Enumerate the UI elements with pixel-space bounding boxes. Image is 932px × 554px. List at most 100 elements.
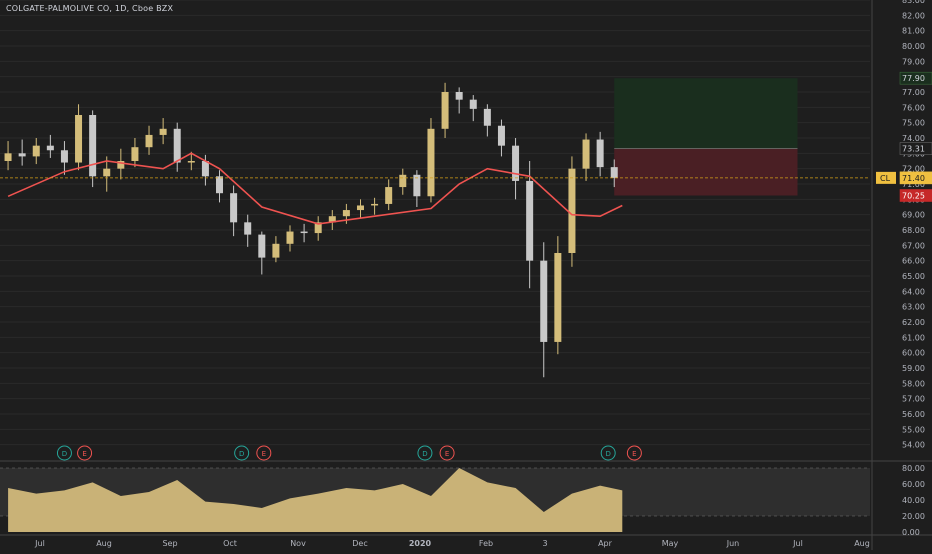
chart-stage: D E D E D E D E 80.00 60.00 40.00 20.00 0.00 83.00 8… <box>0 0 932 550</box>
time-tick-label: Apr <box>598 539 613 548</box>
price-tick-label: 61.00 <box>902 333 925 342</box>
candle-body <box>568 168 576 253</box>
time-tick-label: Jun <box>726 539 740 548</box>
price-tick-label: 63.00 <box>902 303 925 312</box>
target-zone <box>614 78 798 149</box>
time-tick-label: Nov <box>290 539 306 548</box>
price-tick-label: 83.00 <box>902 0 925 5</box>
price-tick-label: 69.00 <box>902 211 925 220</box>
price-tick-label: 58.00 <box>902 379 925 388</box>
candle-body <box>610 167 618 178</box>
symbol-tag-label: CL <box>880 174 891 183</box>
time-tick-label: Jul <box>34 539 45 548</box>
price-tick-label: 56.00 <box>902 410 925 419</box>
time-tick-label: Sep <box>162 539 177 548</box>
candle-body <box>272 243 280 258</box>
candle-body <box>173 128 181 163</box>
candle-body <box>18 153 26 157</box>
chart-title: COLGATE-PALMOLIVE CO, 1D, Cboe BZX <box>6 4 174 13</box>
candle-body <box>216 176 224 194</box>
candle-body <box>145 134 153 148</box>
price-tick-label: 65.00 <box>902 272 925 281</box>
candle-body <box>371 203 379 206</box>
event-marker-label: E <box>82 450 86 458</box>
candle-body <box>75 115 83 163</box>
candle-body <box>46 145 54 151</box>
candle-body <box>89 115 97 177</box>
candle-body <box>201 161 209 177</box>
candle-body <box>554 253 562 342</box>
price-tick-label: 82.00 <box>902 11 925 20</box>
oscillator-tick-label: 0.00 <box>902 528 920 537</box>
time-tick-label: 2020 <box>409 539 432 548</box>
price-tick-label: 64.00 <box>902 287 925 296</box>
oscillator-tick-label: 40.00 <box>902 496 925 505</box>
event-marker-label: D <box>239 450 244 458</box>
price-tick-label: 54.00 <box>902 441 925 450</box>
price-tick-label: 76.00 <box>902 103 925 112</box>
chart-svg: D E D E D E D E 80.00 60.00 40.00 20.00 0.00 83.00 8… <box>0 0 932 550</box>
candle-body <box>131 147 139 161</box>
candle-body <box>483 108 491 126</box>
time-tick-label: 3 <box>542 539 547 548</box>
time-tick-label: May <box>662 539 679 548</box>
event-marker-label: E <box>262 450 266 458</box>
price-tick-label: 62.00 <box>902 318 925 327</box>
candle-body <box>399 174 407 188</box>
candle-body <box>512 145 520 181</box>
price-tick-label: 79.00 <box>902 57 925 66</box>
candle-body <box>441 92 449 129</box>
candle-body <box>596 139 604 168</box>
candle-body <box>356 205 364 211</box>
price-tick-label: 59.00 <box>902 364 925 373</box>
candle-body <box>300 231 308 234</box>
time-tick-label: Aug <box>96 539 112 548</box>
candle-body <box>469 99 477 109</box>
price-tag-value: 70.25 <box>902 192 925 201</box>
stop-zone <box>614 148 798 196</box>
candle-body <box>342 210 350 217</box>
event-marker-label: E <box>445 450 449 458</box>
candle-body <box>244 222 252 235</box>
event-marker-label: E <box>632 450 636 458</box>
time-tick-label: Dec <box>352 539 367 548</box>
time-tick-label: Oct <box>223 539 237 548</box>
candle-body <box>540 260 548 342</box>
candle-body <box>159 128 167 135</box>
price-tick-label: 80.00 <box>902 42 925 51</box>
time-tick-label: Jul <box>792 539 803 548</box>
candle-body <box>497 125 505 146</box>
price-tick-label: 77.00 <box>902 88 925 97</box>
candle-body <box>526 180 534 261</box>
event-marker-label: D <box>422 450 427 458</box>
candle-body <box>187 161 195 163</box>
price-tick-label: 81.00 <box>902 27 925 36</box>
time-tick-label: Feb <box>479 539 493 548</box>
candle-body <box>582 139 590 169</box>
candle-body <box>258 234 266 258</box>
price-tick-label: 68.00 <box>902 226 925 235</box>
price-tick-label: 66.00 <box>902 257 925 266</box>
candle-body <box>427 128 435 197</box>
candle-body <box>4 153 12 161</box>
candle-body <box>32 145 40 157</box>
time-tick-label: Aug <box>854 539 870 548</box>
price-tick-label: 55.00 <box>902 425 925 434</box>
price-tag-value: 71.40 <box>902 174 925 183</box>
price-tick-label: 57.00 <box>902 395 925 404</box>
candle-body <box>103 168 111 177</box>
candle-body <box>60 150 68 163</box>
oscillator-tick-label: 20.00 <box>902 512 925 521</box>
candle-body <box>286 231 294 244</box>
candle-body <box>230 193 238 223</box>
price-tick-label: 60.00 <box>902 349 925 358</box>
candle-body <box>385 187 393 204</box>
event-marker-label: D <box>605 450 610 458</box>
event-marker-label: D <box>62 450 67 458</box>
candle-body <box>455 92 463 100</box>
price-tick-label: 74.00 <box>902 134 925 143</box>
price-tag-value: 73.31 <box>902 145 925 154</box>
price-tag-value: 77.90 <box>902 74 925 83</box>
oscillator-tick-label: 80.00 <box>902 464 925 473</box>
oscillator-tick-label: 60.00 <box>902 480 925 489</box>
